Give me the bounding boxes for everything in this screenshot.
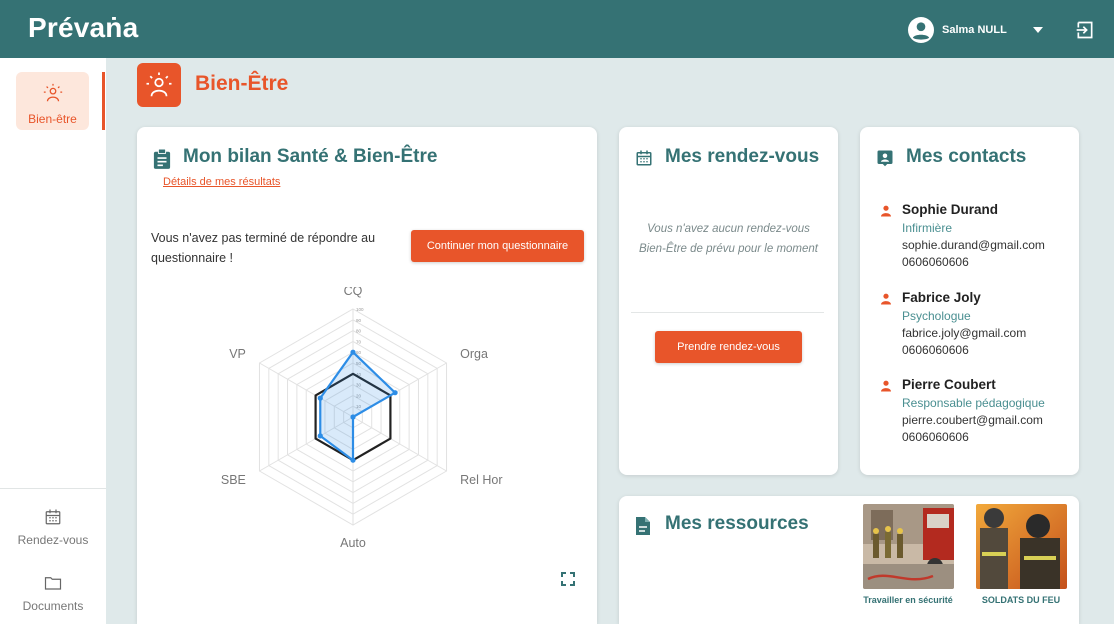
sidebar-divider — [0, 488, 106, 489]
caret-down-icon[interactable] — [1032, 27, 1043, 33]
sidebar-item-label: Documents — [22, 599, 84, 613]
sidebar-item-rendez-vous[interactable]: Rendez-vous — [0, 508, 106, 547]
contact-item: Pierre Coubert Responsable pédagogique p… — [880, 377, 1075, 444]
calendar-icon — [45, 509, 61, 525]
divider — [631, 312, 824, 313]
contact-role: Infirmière — [902, 221, 953, 235]
contact-name: Pierre Coubert — [902, 377, 996, 392]
fire-soldier-image — [976, 504, 1067, 589]
account-circle-icon — [908, 17, 934, 43]
radar-point — [317, 433, 323, 439]
contacts-card: Mes contacts Sophie Durand Infirmière so… — [860, 127, 1079, 475]
rendez-vous-title: Mes rendez-vous — [665, 146, 820, 167]
radar-point — [392, 390, 398, 396]
contact-phone[interactable]: 0606060606 — [902, 255, 1075, 269]
fullscreen-icon[interactable] — [561, 572, 575, 586]
page-title: Bien-Être — [195, 72, 289, 95]
contact-phone[interactable]: 0606060606 — [902, 430, 1075, 444]
radar-axis-label: Orga — [460, 347, 488, 361]
contacts-title: Mes contacts — [906, 146, 1027, 167]
radar-axis-label: SBE — [221, 473, 246, 487]
radar-axis-label: VP — [229, 347, 246, 361]
sidebar-item-label: Bien-être — [28, 112, 77, 126]
radar-point — [350, 457, 356, 463]
radar-point — [317, 395, 323, 401]
contact-phone[interactable]: 0606060606 — [902, 343, 1075, 357]
radar-point — [350, 349, 356, 355]
no-appointment-text: Vous n'avez aucun rendez-vous Bien-Être … — [639, 223, 818, 255]
radar-tick-label: 100 — [356, 307, 364, 312]
bilan-card: Mon bilan Santé & Bien-Être Détails de m… — [137, 127, 597, 624]
rendez-vous-card: Mes rendez-vous Vous n'avez aucun rendez… — [619, 127, 838, 475]
clipboard-icon — [153, 149, 171, 169]
user-name: Salma NULL — [942, 24, 1007, 36]
sidebar-item-label: Rendez-vous — [17, 533, 89, 547]
contact-name: Sophie Durand — [902, 202, 999, 217]
radar-tick-label: 80 — [356, 329, 362, 334]
resources-title: Mes ressources — [665, 513, 809, 534]
radar-series-line — [319, 351, 397, 462]
radar-point — [350, 414, 356, 420]
contact-item: Sophie Durand Infirmière sophie.durand@g… — [880, 202, 1075, 269]
firefighters-image — [863, 504, 954, 589]
resource-thumbnail-safety[interactable] — [863, 504, 954, 589]
contact-role: Responsable pédagogique — [902, 396, 1045, 410]
details-results-link[interactable]: Détails de mes résultats — [163, 176, 280, 188]
user-menu[interactable]: Salma NULL — [908, 16, 1043, 44]
resources-card: Mes ressources Travailler en sécurité SO… — [619, 496, 1079, 624]
person-icon — [881, 380, 891, 392]
active-indicator — [102, 72, 105, 130]
app-logo[interactable]: Prévaṅa — [28, 12, 138, 44]
questionnaire-notice: Vous n'avez pas terminé de répondre au q… — [151, 231, 376, 265]
radar-axis-label: Rel Hor — [460, 473, 502, 487]
resource-caption[interactable]: Travailler en sécurité — [853, 595, 963, 605]
person-icon — [881, 205, 891, 217]
page-header-icon — [137, 63, 181, 107]
sidebar-item-documents[interactable]: Documents — [0, 574, 106, 613]
wellbeing-sun-person-icon — [43, 83, 62, 102]
resource-caption[interactable]: SOLDATS DU FEU — [966, 595, 1076, 605]
contact-email[interactable]: pierre.coubert@gmail.com — [902, 413, 1075, 427]
logout-icon[interactable] — [1075, 20, 1095, 40]
contact-role: Psychologue — [902, 309, 971, 323]
continue-questionnaire-button[interactable]: Continuer mon questionnaire — [411, 230, 584, 262]
calendar-icon — [636, 150, 652, 166]
radar-chart: 102030405060708090100CQOrgaRel HorAutoSB… — [221, 287, 503, 547]
contact-email[interactable]: fabrice.joly@gmail.com — [902, 326, 1075, 340]
radar-axis-label: Auto — [340, 536, 366, 547]
radar-tick-label: 90 — [356, 318, 362, 323]
book-appointment-button[interactable]: Prendre rendez-vous — [655, 331, 802, 363]
contact-card-icon — [877, 150, 893, 167]
contact-item: Fabrice Joly Psychologue fabrice.joly@gm… — [880, 290, 1075, 357]
bilan-title: Mon bilan Santé & Bien-Être — [183, 146, 438, 167]
contact-name: Fabrice Joly — [902, 290, 981, 305]
folder-icon — [44, 577, 62, 590]
sidebar: Bien-être Rendez-vous Documents — [0, 58, 106, 624]
top-bar: Prévaṅa Salma NULL — [0, 0, 1114, 58]
contact-email[interactable]: sophie.durand@gmail.com — [902, 238, 1075, 252]
radar-tick-label: 70 — [356, 339, 362, 344]
radar-axis-label: CQ — [344, 287, 363, 298]
resource-thumbnail-soldats[interactable] — [976, 504, 1067, 589]
document-icon — [636, 517, 650, 535]
person-icon — [881, 293, 891, 305]
sidebar-item-bien-etre[interactable]: Bien-être — [16, 72, 89, 130]
wellbeing-sun-person-icon — [146, 72, 172, 97]
